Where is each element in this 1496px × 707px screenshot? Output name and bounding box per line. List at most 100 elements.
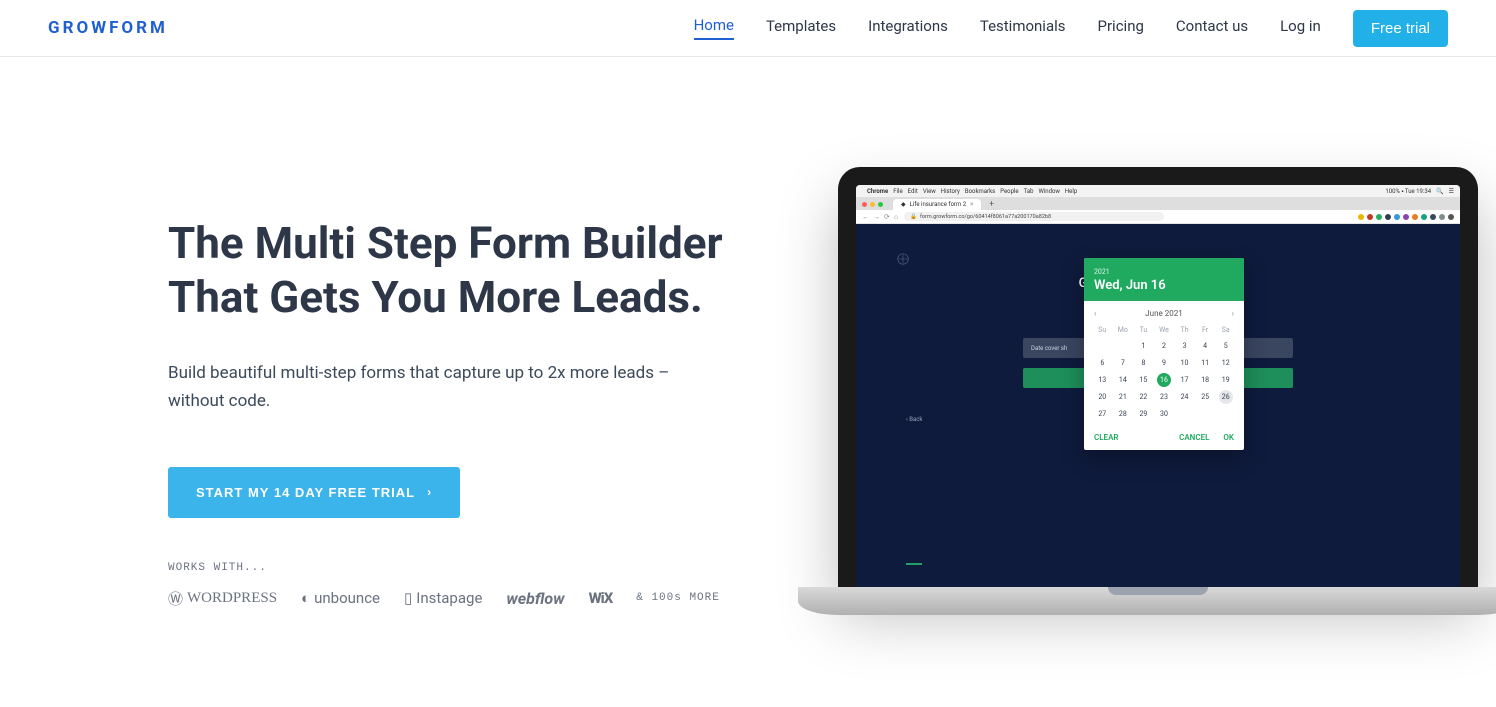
logo[interactable]: GROWFORM (48, 18, 168, 38)
nav-templates[interactable]: Templates (766, 17, 836, 39)
menubar-item: View (923, 188, 936, 195)
nav-contact[interactable]: Contact us (1176, 17, 1248, 39)
extension-icon (1412, 214, 1418, 220)
laptop-mockup: Chrome File Edit View History Bookmarks … (798, 167, 1496, 637)
tab-favicon: ◆ (901, 201, 906, 208)
datepicker-dow: Mo (1113, 324, 1134, 336)
extension-icon (1403, 214, 1409, 220)
cta-label: START MY 14 DAY FREE TRIAL (196, 485, 415, 500)
extension-icon (1376, 214, 1382, 220)
extension-icon (1358, 214, 1364, 220)
unbounce-icon: ◐ (301, 589, 310, 607)
site-header: GROWFORM Home Templates Integrations Tes… (0, 0, 1496, 57)
maximize-icon (878, 202, 883, 207)
prev-month-icon: ‹ (1094, 309, 1096, 318)
chevron-right-icon: › (427, 485, 432, 499)
datepicker-year: 2021 (1094, 268, 1234, 276)
datepicker-ok: OK (1223, 433, 1234, 442)
datepicker-day (1174, 407, 1195, 421)
field-placeholder: Date cover sh (1031, 345, 1067, 352)
datepicker-day: 4 (1195, 339, 1216, 353)
datepicker-header: 2021 Wed, Jun 16 (1084, 258, 1244, 301)
window-controls (862, 202, 883, 207)
extension-icon (1439, 214, 1445, 220)
datepicker-dow: We (1154, 324, 1175, 336)
menubar-item: Help (1065, 188, 1077, 195)
laptop-notch (1108, 587, 1208, 595)
datepicker-day: 13 (1092, 373, 1113, 387)
forward-icon: → (873, 213, 880, 221)
datepicker-dow: Sa (1215, 324, 1236, 336)
free-trial-button[interactable]: Free trial (1353, 10, 1448, 47)
datepicker-dow: Th (1174, 324, 1195, 336)
menubar-item: Tab (1024, 188, 1034, 195)
datepicker-day: 6 (1092, 356, 1113, 370)
datepicker-day: 21 (1113, 390, 1134, 404)
partner-logos: Ⓦ WORDPRESS ◐ unbounce ▯ Instapage webfl… (168, 588, 788, 609)
datepicker-day: 20 (1092, 390, 1113, 404)
extension-icon (1421, 214, 1427, 220)
menubar-item: Bookmarks (965, 188, 995, 195)
datepicker-day (1092, 339, 1113, 353)
control-center-icon: ☰ (1449, 188, 1454, 195)
hero-subtext: Build beautiful multi-step forms that ca… (168, 360, 708, 414)
datepicker-day: 8 (1133, 356, 1154, 370)
next-month-icon: › (1232, 309, 1234, 318)
extension-icon (1367, 214, 1373, 220)
partner-more: & 100s MORE (636, 592, 720, 604)
datepicker-day: 26 (1219, 390, 1233, 404)
works-with: WORKS WITH... Ⓦ WORDPRESS ◐ unbounce ▯ I… (168, 562, 788, 609)
hero-headline: The Multi Step Form Builder That Gets Yo… (168, 217, 788, 324)
datepicker-day: 25 (1195, 390, 1216, 404)
datepicker-day: 2 (1154, 339, 1175, 353)
datepicker-clear: CLEAR (1094, 433, 1119, 442)
laptop-screen-frame: Chrome File Edit View History Bookmarks … (838, 167, 1478, 587)
menubar-status: 100% ▪ Tue 19:34 (1385, 188, 1431, 195)
datepicker-day: 18 (1195, 373, 1216, 387)
datepicker-dow: Fr (1195, 324, 1216, 336)
form-page: Ge xxxxxxxxxxxxxxxxxx ote We c xxxxxxxxx… (856, 224, 1460, 587)
datepicker-day (1113, 339, 1134, 353)
nav-testimonials[interactable]: Testimonials (980, 17, 1066, 39)
menubar-item: Edit (908, 188, 918, 195)
datepicker-day: 3 (1174, 339, 1195, 353)
nav-integrations[interactable]: Integrations (868, 17, 948, 39)
nav-home[interactable]: Home (694, 16, 734, 40)
nav-login[interactable]: Log in (1280, 17, 1321, 39)
new-tab-icon: + (985, 199, 998, 208)
nav-pricing[interactable]: Pricing (1098, 17, 1144, 39)
datepicker-day: 23 (1154, 390, 1175, 404)
partner-wix: WiX (589, 589, 613, 607)
datepicker-day: 16 (1157, 373, 1171, 387)
back-icon: ← (862, 213, 869, 221)
lock-icon: 🔒 (910, 214, 917, 220)
datepicker-dow: Su (1092, 324, 1113, 336)
url-text: form.growform.co/go/60414f8061a77a200170… (920, 214, 1051, 220)
datepicker-day: 15 (1133, 373, 1154, 387)
datepicker-dow: Tu (1133, 324, 1154, 336)
datepicker: 2021 Wed, Jun 16 ‹ June 2021 › SuMoTuWeT… (1084, 258, 1244, 450)
start-trial-button[interactable]: START MY 14 DAY FREE TRIAL › (168, 467, 460, 518)
menubar-item: File (893, 188, 902, 195)
browser-tabstrip: ◆ Life insurance form 2 × + (856, 197, 1460, 210)
datepicker-day (1215, 407, 1236, 421)
browser-url-bar: ← → ⟳ ⌂ 🔒 form.growform.co/go/60414f8061… (856, 210, 1460, 224)
datepicker-day: 22 (1133, 390, 1154, 404)
datepicker-cancel: CANCEL (1179, 433, 1209, 442)
datepicker-day: 9 (1154, 356, 1175, 370)
datepicker-day: 7 (1113, 356, 1134, 370)
datepicker-day: 24 (1174, 390, 1195, 404)
menubar-item: Window (1038, 188, 1059, 195)
wordpress-icon: Ⓦ (168, 588, 183, 609)
browser-tab: ◆ Life insurance form 2 × (893, 199, 981, 210)
close-icon (862, 202, 867, 207)
datepicker-day: 14 (1113, 373, 1134, 387)
minimize-icon (870, 202, 875, 207)
primary-nav: Home Templates Integrations Testimonials… (694, 10, 1448, 47)
extension-icon (1430, 214, 1436, 220)
menubar-item: People (1000, 188, 1018, 195)
datepicker-day: 12 (1215, 356, 1236, 370)
works-with-label: WORKS WITH... (168, 562, 788, 574)
home-icon: ⌂ (894, 213, 898, 221)
datepicker-day: 29 (1133, 407, 1154, 421)
